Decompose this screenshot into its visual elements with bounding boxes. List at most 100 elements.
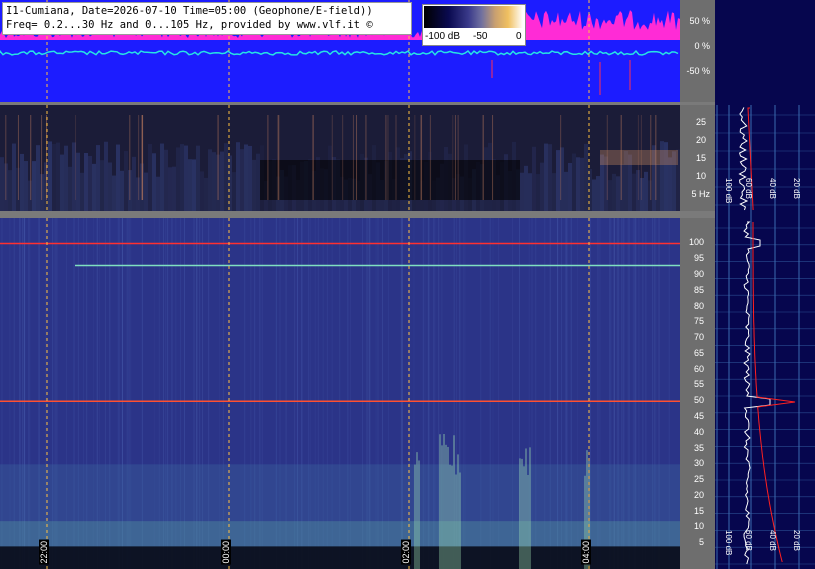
y-tick-label: 50 %	[689, 16, 710, 26]
spectrogram-low-column	[176, 147, 180, 211]
spectrogram-low-column	[632, 173, 636, 211]
spectrogram-low-column	[252, 159, 256, 211]
spectrogram-low-column	[608, 180, 612, 211]
spectrogram-low-column	[48, 141, 52, 211]
spectrogram-low-column	[592, 179, 596, 211]
spectrogram-low-column	[156, 176, 160, 211]
spectrogram-low-column	[532, 146, 536, 211]
spectrogram-low-column	[12, 143, 16, 211]
y-tick-label: 75	[693, 316, 704, 327]
spectrogram-low-column	[520, 172, 524, 211]
spectrogram-low-column	[188, 159, 192, 211]
spectrogram-low-column	[224, 143, 228, 211]
spectrogram-low-column	[192, 159, 196, 211]
spectrogram-low-column	[248, 145, 252, 211]
spectrogram-low-column	[656, 164, 660, 211]
y-tick-label: 50	[693, 395, 704, 406]
spectrogram-low-column	[148, 144, 152, 211]
spectrogram-low-column	[644, 171, 648, 211]
spectrogram-low-column	[544, 143, 548, 211]
spectrogram-low-column	[584, 143, 588, 211]
title-box: I1-Cumiana, Date=2026-07-10 Time=05:00 (…	[2, 2, 412, 35]
spectrogram-high	[0, 218, 680, 569]
spectrogram-low-column	[256, 153, 260, 211]
spectrogram-low-column	[68, 166, 72, 211]
y-tick-label: 80	[693, 300, 704, 311]
spectrogram-low-column	[536, 174, 540, 211]
spectrogram-high-floor	[0, 546, 680, 569]
spectrogram-low-column	[172, 166, 176, 211]
db-axis-label: 20 dB	[792, 178, 801, 199]
spectrogram-low-column	[60, 154, 64, 211]
spectrogram-low-column	[208, 149, 212, 211]
spectrogram-low-column	[184, 145, 188, 211]
y-tick-label: 5	[698, 537, 704, 548]
spectrogram-low-column	[108, 162, 112, 211]
spectrogram-low-column	[616, 176, 620, 211]
spectrogram-low-column	[56, 142, 60, 211]
spectrogram-low-column	[20, 153, 24, 211]
y-tick-label: 100	[688, 237, 704, 248]
vlf-monitor-view: I1-Cumiana, Date=2026-07-10 Time=05:00 (…	[0, 0, 815, 569]
spectrogram-low-column	[540, 162, 544, 211]
spectrogram-low-column	[0, 157, 4, 211]
db-axis-label: 100 dB	[724, 178, 733, 204]
spectrogram-low-column	[104, 141, 108, 211]
y-tick-label: 20	[693, 489, 704, 500]
db-axis-label: 40 dB	[768, 530, 777, 551]
spectrogram-low-column	[28, 180, 32, 211]
spectrogram-low-column	[548, 144, 552, 211]
spectrogram-low-column	[36, 145, 40, 211]
spectrogram-low-column	[100, 160, 104, 211]
spectrogram-low-column	[204, 177, 208, 211]
colorbar-tick: -100 dB	[425, 31, 461, 42]
spectrogram-low-column	[124, 151, 128, 211]
spectrogram-low-column	[232, 172, 236, 211]
spectrogram-low-column	[116, 144, 120, 211]
spectrogram-low-column	[76, 152, 80, 211]
y-tick-label: 0 %	[694, 41, 710, 51]
y-tick-label: 30	[693, 458, 704, 469]
spectrogram-low-column	[200, 171, 204, 211]
y-tick-label: 85	[693, 284, 704, 295]
spectrogram-low-column	[24, 161, 28, 211]
y-tick-label: 70	[693, 332, 704, 343]
waveform-line	[0, 50, 679, 56]
colorbar-gradient	[424, 6, 523, 28]
y-tick-label: 60	[693, 363, 704, 374]
spectrogram-low-column	[164, 149, 168, 211]
spectrogram-low-column	[52, 144, 56, 211]
spectrogram-low-column	[568, 162, 572, 211]
spectrogram-low-column	[120, 170, 124, 211]
y-tick-label: 15	[693, 505, 704, 516]
title-line-1: I1-Cumiana, Date=2026-07-10 Time=05:00 (…	[6, 5, 373, 17]
spectrogram-low-column	[524, 165, 528, 211]
y-tick-label: -50 %	[686, 66, 710, 76]
spectrogram-low-column	[620, 164, 624, 211]
spectrogram-low-column	[144, 172, 148, 211]
colorbar-tick: 0	[516, 31, 522, 42]
colorbar-tick: -50	[473, 31, 488, 42]
spectrogram-low-column	[572, 153, 576, 211]
y-tick-label: 90	[693, 269, 704, 280]
spectrogram-low-column	[64, 145, 68, 211]
y-tick-label: 15	[695, 153, 706, 163]
spectrogram-low-column	[240, 149, 244, 211]
spectrogram-low-column	[612, 173, 616, 211]
db-axis-label: 60 dB	[744, 530, 753, 551]
spectrogram-low-column	[84, 152, 88, 211]
y-tick-label: 10	[693, 521, 704, 532]
spectrogram-low-column	[564, 171, 568, 211]
spectrum-profile-labels: 100 dB 60 dB 40 dB 20 dB 100 dB 60 dB 40 dB 20 …	[715, 0, 815, 569]
spectrogram-low-column	[196, 145, 200, 211]
y-tick-label: 25	[695, 117, 706, 127]
spectrogram-low-column	[220, 151, 224, 211]
y-tick-label: 55	[693, 379, 704, 390]
y-tick-label: 5 Hz	[691, 189, 710, 199]
y-tick-label: 45	[693, 411, 704, 421]
db-axis-label: 60 dB	[744, 178, 753, 199]
y-tick-label: 10	[695, 171, 706, 181]
spectrogram-low-column	[112, 175, 116, 211]
spectrogram-low-column	[640, 177, 644, 211]
y-tick-label: 95	[693, 253, 704, 264]
